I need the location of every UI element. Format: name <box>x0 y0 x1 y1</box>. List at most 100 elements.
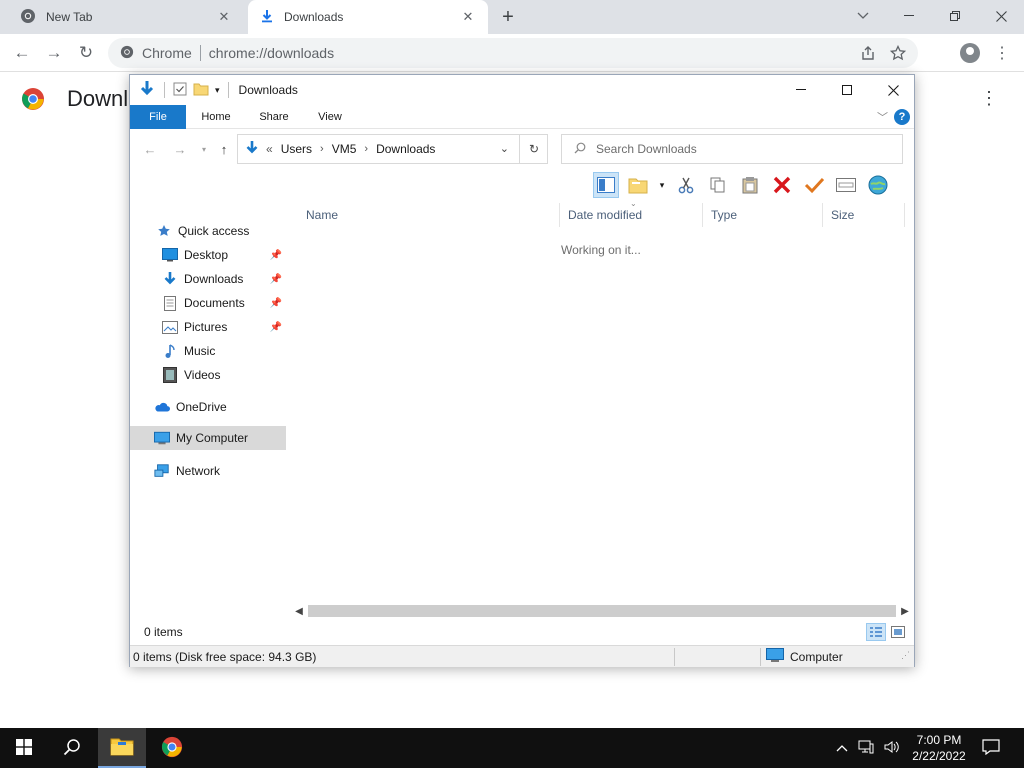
downloads-menu-button[interactable]: ⋮ <box>980 88 998 109</box>
resize-grip-icon[interactable]: ⋰ <box>901 650 910 661</box>
explorer-forward-button[interactable]: → <box>170 139 190 159</box>
window-title: Downloads <box>238 83 298 97</box>
pin-icon[interactable]: 📌 <box>270 250 282 261</box>
browser-menu-button[interactable]: ⋮ <box>988 39 1016 67</box>
download-folder-icon <box>244 140 260 159</box>
address-bar[interactable]: Chrome chrome://downloads <box>108 38 918 68</box>
profile-button[interactable] <box>956 39 984 67</box>
breadcrumb-downloads[interactable]: Downloads <box>376 142 435 156</box>
cut-icon[interactable] <box>673 172 699 198</box>
tab-search-icon[interactable] <box>840 0 886 32</box>
column-headers: Name Date modified Type Size <box>298 203 906 227</box>
explorer-minimize-button[interactable] <box>778 75 824 105</box>
preview-pane-icon[interactable] <box>593 172 619 198</box>
chevron-down-icon[interactable]: ⌄ <box>500 142 509 155</box>
nav-desktop[interactable]: Desktop 📌 <box>130 243 286 267</box>
nav-downloads[interactable]: Downloads 📌 <box>130 267 286 291</box>
expand-ribbon-icon[interactable]: ﹀ <box>877 109 888 125</box>
taskbar-search-button[interactable] <box>48 728 96 768</box>
refresh-button[interactable]: ↻ <box>519 134 548 164</box>
search-input[interactable]: Search Downloads <box>561 134 903 164</box>
nav-videos[interactable]: Videos <box>130 363 286 387</box>
column-name[interactable]: Name <box>298 203 560 227</box>
chrome-logo-icon <box>161 736 183 761</box>
minimize-button[interactable] <box>886 0 932 32</box>
explorer-address-bar[interactable]: « Users › VM5 › Downloads ⌄ <box>237 134 548 164</box>
nav-pictures[interactable]: Pictures 📌 <box>130 315 286 339</box>
pin-icon[interactable]: 📌 <box>270 274 282 285</box>
taskbar-file-explorer[interactable] <box>98 728 146 768</box>
back-button[interactable]: ← <box>8 39 36 67</box>
paste-icon[interactable] <box>737 172 763 198</box>
large-icons-view-icon[interactable] <box>888 623 908 641</box>
new-item-icon[interactable] <box>625 172 651 198</box>
start-button[interactable] <box>0 728 48 768</box>
tab-downloads[interactable]: Downloads ✕ <box>248 0 488 34</box>
tab-view[interactable]: View <box>304 105 356 129</box>
close-tab-icon[interactable]: ✕ <box>216 9 232 25</box>
nav-label: Documents <box>184 296 245 310</box>
reload-button[interactable]: ↻ <box>72 39 100 67</box>
nav-music[interactable]: Music <box>130 339 286 363</box>
action-center-button[interactable] <box>982 728 1000 768</box>
explorer-maximize-button[interactable] <box>824 75 870 105</box>
tab-home[interactable]: Home <box>190 105 242 129</box>
restore-button[interactable] <box>932 0 978 32</box>
pin-icon[interactable]: 📌 <box>270 322 282 333</box>
scroll-left-icon[interactable]: ◀ <box>292 603 306 619</box>
share-icon[interactable] <box>860 45 876 64</box>
explorer-close-button[interactable] <box>870 75 916 105</box>
close-window-button[interactable] <box>978 0 1024 32</box>
new-tab-button[interactable]: + <box>496 6 520 28</box>
search-placeholder: Search Downloads <box>596 142 697 156</box>
avatar <box>960 43 980 63</box>
breadcrumb-vm5[interactable]: VM5 <box>332 142 357 156</box>
nav-my-computer[interactable]: My Computer <box>130 426 286 450</box>
new-folder-icon[interactable] <box>193 82 209 99</box>
up-button[interactable]: ↑ <box>214 139 234 159</box>
help-icon[interactable]: ? <box>894 109 910 125</box>
delete-icon[interactable] <box>769 172 795 198</box>
notification-icon <box>982 738 1000 758</box>
explorer-back-button[interactable]: ← <box>140 139 160 159</box>
column-size[interactable]: Size <box>823 203 905 227</box>
volume-icon[interactable] <box>884 740 900 757</box>
properties-window-icon[interactable] <box>833 172 859 198</box>
rename-check-icon[interactable] <box>801 172 827 198</box>
tab-share[interactable]: Share <box>248 105 300 129</box>
copy-icon[interactable] <box>705 172 731 198</box>
recent-locations-icon[interactable]: ▾ <box>194 139 214 159</box>
details-view-icon[interactable] <box>866 623 886 641</box>
pin-icon[interactable]: 📌 <box>270 298 282 309</box>
scroll-right-icon[interactable]: ▶ <box>898 603 912 619</box>
taskbar: 7:00 PM 2/22/2022 <box>0 728 1024 768</box>
nav-label: Videos <box>184 368 221 382</box>
nav-quick-access[interactable]: Quick access <box>130 219 286 243</box>
taskbar-chrome[interactable] <box>148 728 196 768</box>
network-status-icon[interactable] <box>858 740 874 757</box>
chevron-right-icon[interactable]: › <box>364 143 368 155</box>
show-hidden-icons-icon[interactable] <box>836 741 848 755</box>
scrollbar-thumb[interactable] <box>308 605 896 617</box>
customize-quick-access-icon[interactable]: ▾ <box>215 85 220 96</box>
network-globe-icon[interactable] <box>865 172 891 198</box>
horizontal-scrollbar[interactable]: ◀ ▶ <box>292 603 912 619</box>
chevron-down-icon[interactable]: ▾ <box>657 172 667 198</box>
nav-documents[interactable]: Documents 📌 <box>130 291 286 315</box>
command-bar: ▾ <box>593 171 891 199</box>
bookmark-star-icon[interactable] <box>889 44 907 64</box>
chevron-right-icon[interactable]: › <box>320 143 324 155</box>
nav-onedrive[interactable]: OneDrive <box>130 395 286 419</box>
breadcrumb-users[interactable]: Users <box>281 142 312 156</box>
forward-button[interactable]: → <box>40 39 68 67</box>
clock[interactable]: 7:00 PM 2/22/2022 <box>902 732 976 764</box>
properties-icon[interactable] <box>173 82 187 99</box>
loading-message: Working on it... <box>561 243 641 257</box>
tab-file[interactable]: File <box>130 105 186 129</box>
url-text[interactable]: chrome://downloads <box>209 45 334 61</box>
nav-network[interactable]: Network <box>130 459 286 483</box>
tab-new-tab[interactable]: New Tab ✕ <box>8 0 244 34</box>
close-tab-icon[interactable]: ✕ <box>460 9 476 25</box>
breadcrumb-overflow[interactable]: « <box>266 142 273 156</box>
column-type[interactable]: Type <box>703 203 823 227</box>
